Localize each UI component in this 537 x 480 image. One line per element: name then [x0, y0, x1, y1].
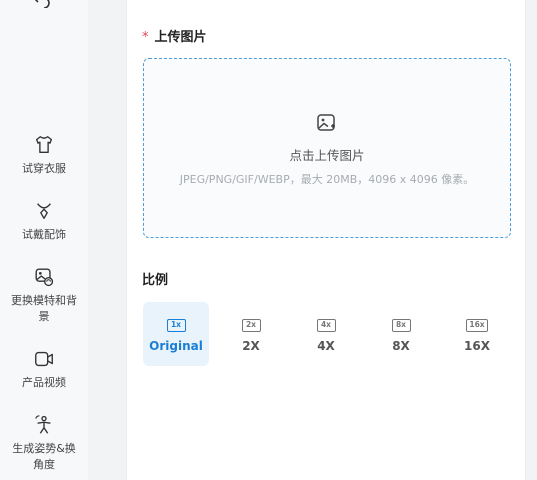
- sidebar-item-label: 试戴配饰: [22, 228, 66, 241]
- ratio-option-label: 16X: [464, 339, 490, 353]
- shirt-icon: [35, 136, 53, 154]
- scale-16x-icon: 16x: [466, 319, 488, 332]
- scale-2x-icon: 2x: [241, 319, 261, 332]
- sidebar-item-change-model-background[interactable]: 更换模特和背景: [0, 266, 88, 325]
- ratio-option-label: Original: [149, 339, 203, 353]
- necklace-icon: [37, 203, 51, 220]
- sidebar-item-product-video[interactable]: 产品视频: [0, 348, 88, 391]
- upload-section-title: * 上传图片: [142, 30, 207, 45]
- video-icon: [35, 351, 53, 367]
- ratio-section-title: 比例: [142, 273, 169, 288]
- upload-hint: JPEG/PNG/GIF/WEBP，最大 20MB，4096 x 4096 像素…: [179, 173, 475, 186]
- pose-icon: [35, 415, 51, 434]
- main-panel: * 上传图片 点击上传图片 JPEG/PNG/GIF/WEBP，最大 20MB，4…: [126, 0, 526, 480]
- ratio-option-2x[interactable]: 2x 2X: [218, 302, 284, 366]
- ratio-option-label: 2X: [242, 339, 260, 353]
- scale-1x-icon: 1x: [166, 319, 186, 332]
- required-mark: *: [142, 30, 149, 45]
- sidebar-item-try-on-accessories[interactable]: 试戴配饰: [0, 200, 88, 243]
- sidebar-item-label: 生成姿势&换角度: [12, 442, 76, 471]
- image-upload-dropzone[interactable]: 点击上传图片 JPEG/PNG/GIF/WEBP，最大 20MB，4096 x …: [143, 58, 511, 238]
- image-swap-icon: [35, 268, 54, 287]
- ratio-option-8x[interactable]: 8x 8X: [368, 302, 434, 366]
- sidebar-item-label: 更换模特和背景: [11, 294, 77, 323]
- scale-8x-icon: 8x: [391, 319, 411, 332]
- ratio-option-label: 8X: [392, 339, 410, 353]
- image-upload-icon: [317, 114, 335, 131]
- ratio-option-4x[interactable]: 4x 4X: [293, 302, 359, 366]
- sidebar-item-label: 试穿衣服: [22, 162, 66, 175]
- scale-4x-icon: 4x: [316, 319, 336, 332]
- sidebar-item-label: 产品视频: [22, 376, 66, 389]
- back-arrow-icon[interactable]: [32, 0, 52, 8]
- sidebar-item-try-on-clothes[interactable]: 试穿衣服: [0, 134, 88, 177]
- sidebar: 试穿衣服 试戴配饰 更换模特和背景 产品视频 生成姿势&换角度: [0, 0, 88, 480]
- ratio-option-label: 4X: [317, 339, 335, 353]
- upload-prompt: 点击上传图片: [289, 148, 365, 163]
- sidebar-item-pose-angle[interactable]: 生成姿势&换角度: [0, 414, 88, 473]
- ratio-option-original[interactable]: 1x Original: [143, 302, 209, 366]
- ratio-option-16x[interactable]: 16x 16X: [444, 302, 510, 366]
